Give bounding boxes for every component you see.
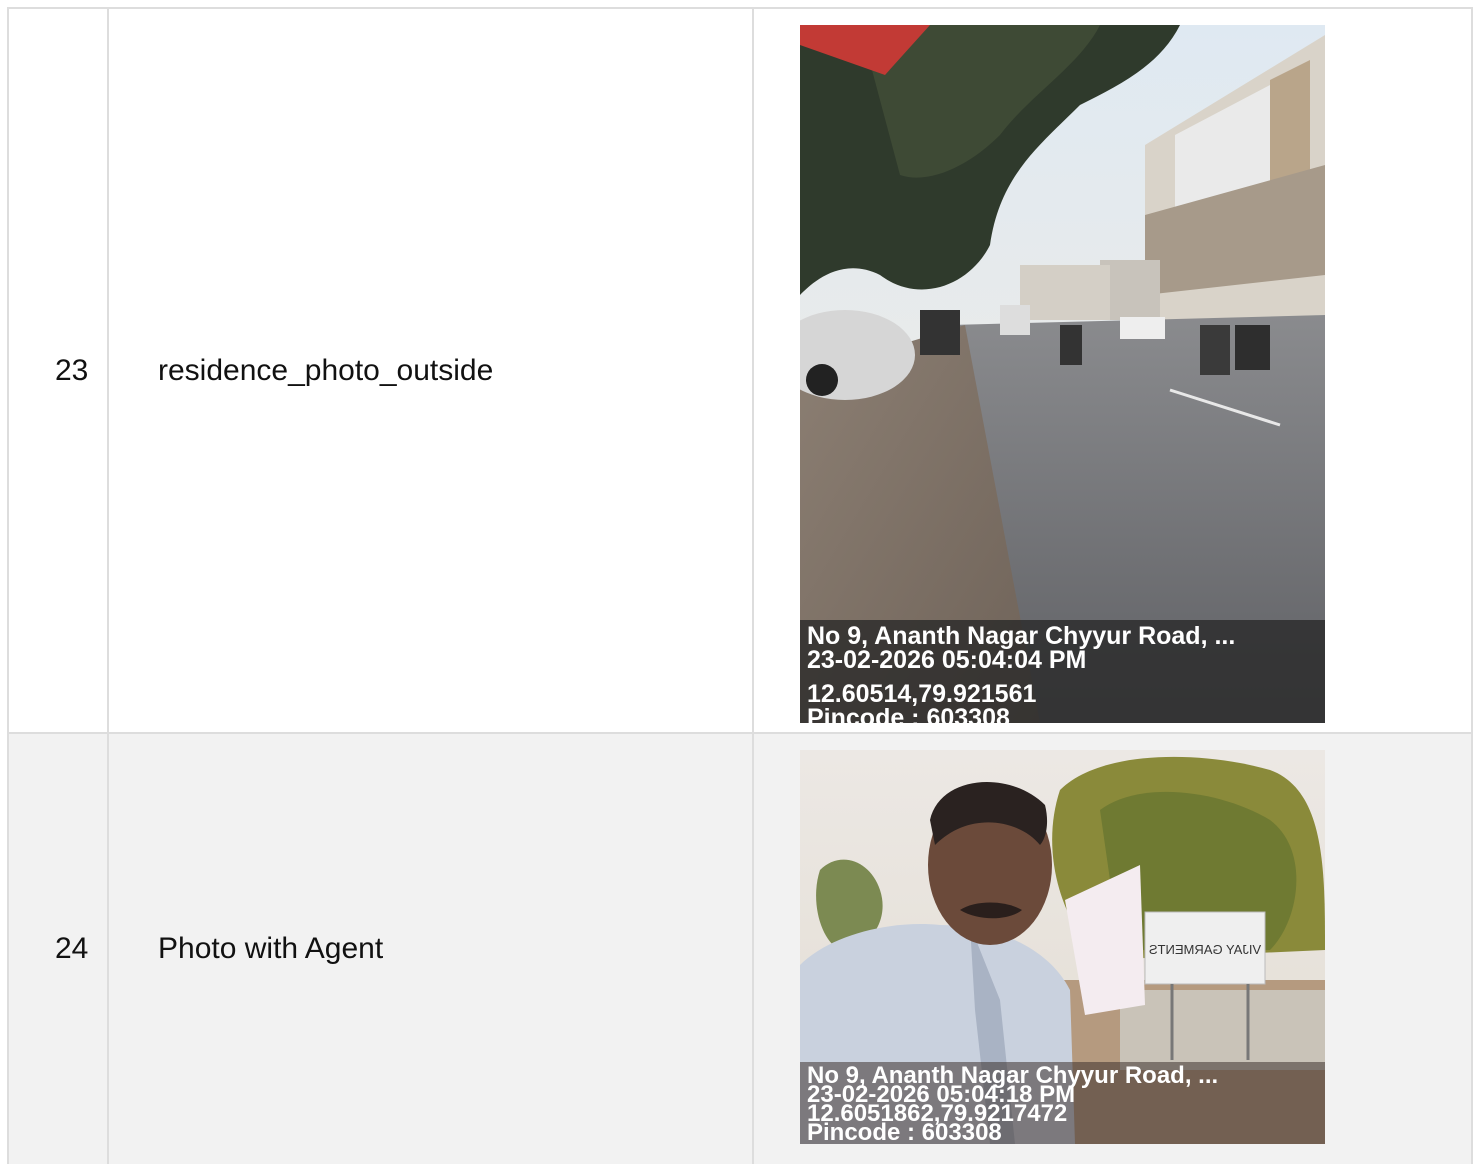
field-label: residence_photo_outside	[158, 353, 494, 387]
stamp-datetime: 23-02-2026 05:04:04 PM	[807, 646, 1087, 674]
stamp-address: No 9, Ananth Nagar Chyyur Road, ...	[807, 622, 1236, 650]
serial-cell: 24	[7, 734, 109, 1164]
photo-geo-stamp: No 9, Ananth Nagar Chyyur Road, ... 23-0…	[800, 1062, 1325, 1144]
agent-photo[interactable]: VIJAY GARMENTS No 9, Ananth Nagar Chyyur…	[800, 750, 1325, 1144]
field-label: Photo with Agent	[158, 932, 384, 965]
svg-text:VIJAY GARMENTS: VIJAY GARMENTS	[1149, 942, 1262, 957]
photo-cell: VIJAY GARMENTS No 9, Ananth Nagar Chyyur…	[754, 734, 1473, 1164]
serial-cell: 23	[7, 9, 109, 732]
stamp-coordinates: 12.60514,79.921561	[807, 680, 1037, 708]
serial-number: 24	[55, 932, 89, 965]
label-cell: Photo with Agent	[109, 734, 754, 1164]
photo-geo-stamp: No 9, Ananth Nagar Chyyur Road, ... 23-0…	[800, 620, 1325, 723]
street-photo-image	[800, 25, 1325, 723]
stamp-pincode: Pincode : 603308	[807, 704, 1010, 724]
photo-cell: No 9, Ananth Nagar Chyyur Road, ... 23-0…	[754, 9, 1473, 732]
table-row: 23 residence_photo_outside No 9, Ananth …	[7, 7, 1473, 734]
serial-number: 23	[55, 353, 89, 387]
table-row: 24 Photo with Agent VIJAY GARMENTS No 9,…	[7, 734, 1473, 1164]
label-cell: residence_photo_outside	[109, 9, 754, 732]
residence-photo[interactable]: No 9, Ananth Nagar Chyyur Road, ... 23-0…	[800, 25, 1325, 723]
